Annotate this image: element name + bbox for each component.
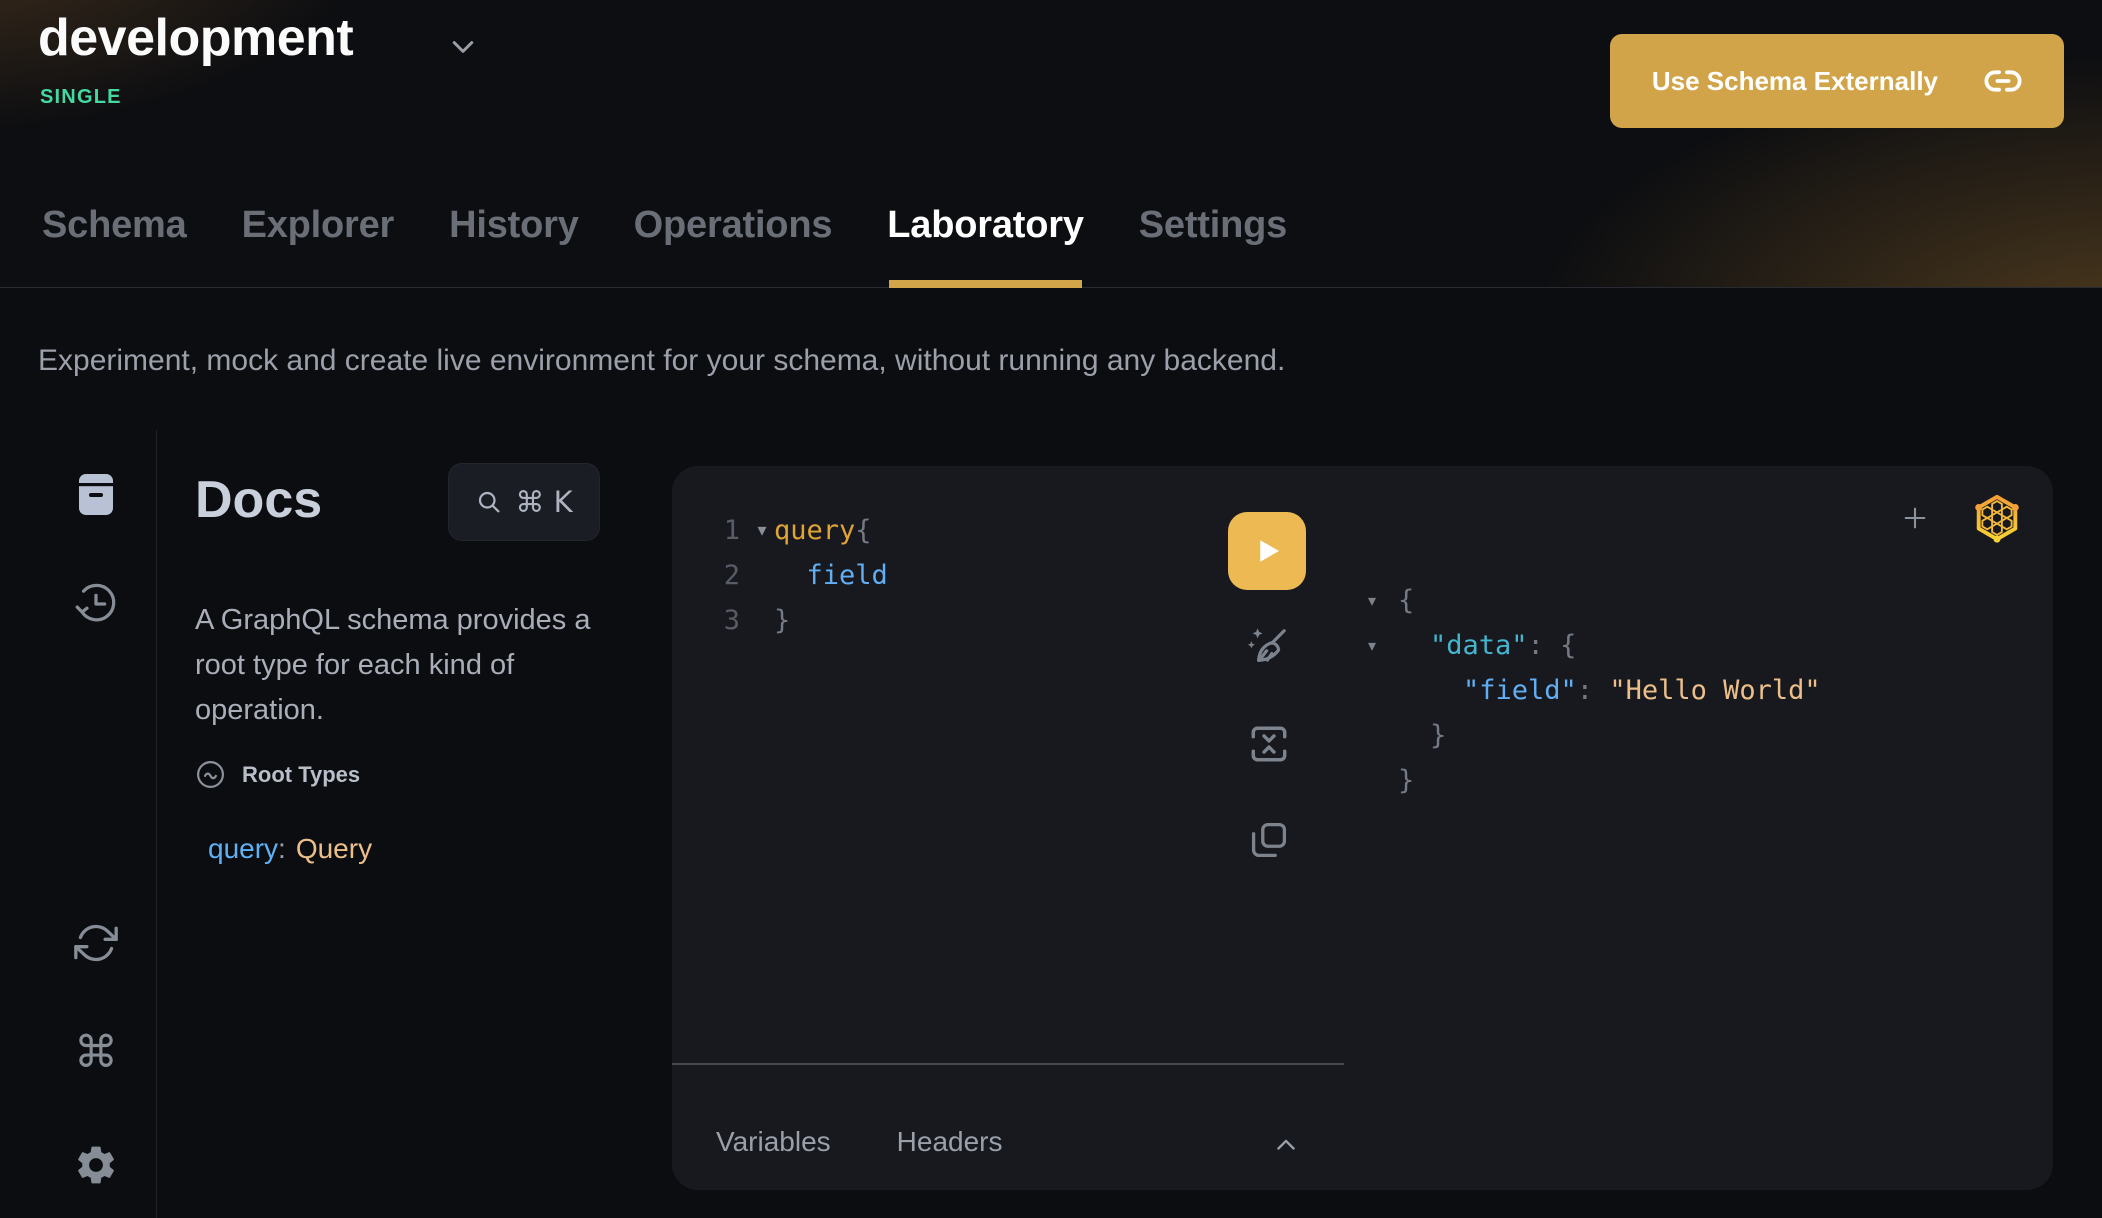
main-tabs: Schema Explorer History Operations Labor… <box>42 204 1287 288</box>
use-schema-externally-button[interactable]: Use Schema Externally <box>1610 34 2064 128</box>
fold-toggle-icon[interactable]: ▾ <box>1368 623 1398 668</box>
json-brace: } <box>1430 713 1446 758</box>
json-key-data: "data" <box>1430 623 1528 668</box>
editor-line: 1 ▾ query { <box>712 508 888 553</box>
json-brace: { <box>1560 623 1576 668</box>
json-colon: : <box>1528 623 1561 668</box>
search-icon <box>475 488 503 516</box>
search-button[interactable]: ⌘ K <box>448 463 600 541</box>
response-line: } <box>1368 758 1821 803</box>
page-subtitle: Experiment, mock and create live environ… <box>38 344 1285 378</box>
tab-variables[interactable]: Variables <box>716 1126 831 1158</box>
collapse-chevron-icon[interactable] <box>1272 1131 1300 1159</box>
json-string-value: "Hello World" <box>1609 668 1820 713</box>
root-type-name: Query <box>296 833 372 864</box>
chevron-down-icon[interactable] <box>448 32 478 62</box>
gear-icon[interactable] <box>72 1141 120 1189</box>
add-tab-button[interactable] <box>1901 504 1929 532</box>
history-icon[interactable] <box>72 580 120 628</box>
code-brace: { <box>855 508 871 553</box>
line-number: 2 <box>712 553 740 598</box>
json-key-field: "field" <box>1463 668 1577 713</box>
left-toolbar: ⌘ <box>0 430 157 1218</box>
root-types-section: Root Types <box>195 759 360 790</box>
fold-gutter <box>1368 668 1398 713</box>
merge-fragments-icon[interactable] <box>1245 720 1293 768</box>
tilde-circle-icon <box>195 759 226 790</box>
tab-history[interactable]: History <box>449 204 579 288</box>
tab-settings[interactable]: Settings <box>1139 204 1287 288</box>
indent <box>1398 623 1430 668</box>
root-types-label: Root Types <box>242 762 360 788</box>
prettify-icon[interactable] <box>1245 624 1293 672</box>
fold-toggle-icon[interactable]: ▾ <box>1368 578 1398 623</box>
indent <box>1398 668 1463 713</box>
tab-operations[interactable]: Operations <box>634 204 833 288</box>
editor-line: 3 } <box>712 598 888 643</box>
tab-laboratory[interactable]: Laboratory <box>887 204 1083 288</box>
fold-gutter <box>750 553 774 598</box>
docs-description: A GraphQL schema provides a root type fo… <box>195 598 615 733</box>
panel-corner-actions <box>1901 492 2023 544</box>
root-type-query-link[interactable]: query: Query <box>208 833 372 865</box>
graphql-hive-logo[interactable] <box>1971 492 2023 544</box>
docs-title: Docs <box>195 470 322 530</box>
copy-icon[interactable] <box>1245 816 1293 864</box>
editor-line: 2 field <box>712 553 888 598</box>
json-brace: } <box>1398 758 1414 803</box>
response-pane: ▾ { ▾ "data" : { "field" : "Hello World" <box>1368 578 1821 803</box>
code-keyword: query <box>774 508 855 553</box>
root-separator: : <box>278 833 286 864</box>
fold-gutter <box>1368 758 1398 803</box>
fold-toggle-icon[interactable]: ▾ <box>750 508 774 553</box>
refresh-icon[interactable] <box>72 919 120 967</box>
use-schema-externally-label: Use Schema Externally <box>1652 66 1938 97</box>
fold-gutter <box>1368 713 1398 758</box>
graphiql-panel: 1 ▾ query { 2 field 3 } <box>672 466 2053 1190</box>
line-number: 3 <box>712 598 740 643</box>
header: development SINGLE Use Schema Externally… <box>0 0 2102 288</box>
json-brace: { <box>1398 578 1414 623</box>
query-editor[interactable]: 1 ▾ query { 2 field 3 } <box>712 508 888 643</box>
search-shortcut: ⌘ K <box>515 485 572 519</box>
root-field-name: query <box>208 833 278 864</box>
json-colon: : <box>1577 668 1610 713</box>
response-line: ▾ { <box>1368 578 1821 623</box>
response-line: "field" : "Hello World" <box>1368 668 1821 713</box>
execute-query-button[interactable] <box>1228 512 1306 590</box>
code-field: field <box>774 553 888 598</box>
command-icon[interactable]: ⌘ <box>72 1029 120 1077</box>
fold-gutter <box>750 598 774 643</box>
tab-explorer[interactable]: Explorer <box>242 204 395 288</box>
laboratory-page: development SINGLE Use Schema Externally… <box>0 0 2102 1218</box>
status-badge: SINGLE <box>40 86 122 109</box>
code-brace: } <box>774 598 790 643</box>
editor-footer-divider <box>672 1063 1344 1065</box>
play-icon <box>1249 533 1285 569</box>
tab-schema[interactable]: Schema <box>42 204 187 288</box>
response-line: } <box>1368 713 1821 758</box>
tab-headers[interactable]: Headers <box>897 1126 1003 1158</box>
indent <box>1398 713 1430 758</box>
line-number: 1 <box>712 508 740 553</box>
response-line: ▾ "data" : { <box>1368 623 1821 668</box>
link-icon <box>1984 62 2022 100</box>
footer-tabs: Variables Headers <box>716 1126 1003 1158</box>
page-title: development <box>38 8 353 68</box>
docs-icon[interactable] <box>72 470 120 518</box>
